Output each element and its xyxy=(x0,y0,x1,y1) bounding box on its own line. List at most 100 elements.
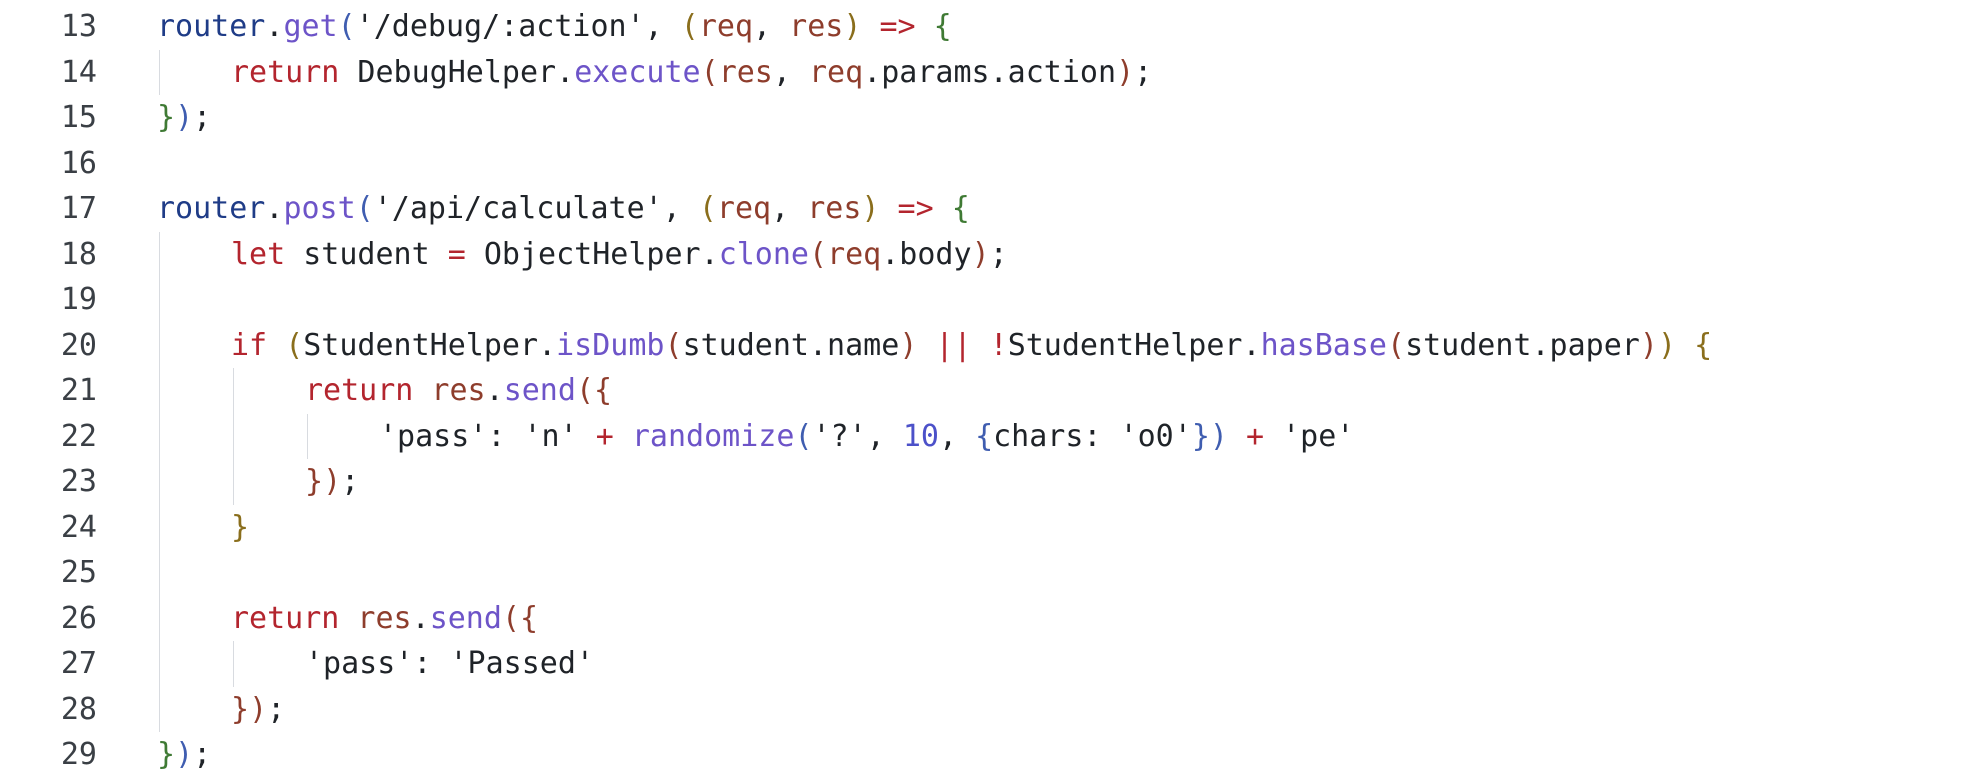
code-token: ! xyxy=(989,327,1008,363)
line-number: 22 xyxy=(60,418,97,454)
code-token: ( xyxy=(664,327,683,363)
code-token: } xyxy=(1191,418,1210,454)
code-token: ) xyxy=(1209,418,1228,454)
code-token: req xyxy=(716,191,772,226)
code-line[interactable]: 19 xyxy=(0,277,1976,323)
code-token: ) xyxy=(1657,327,1676,363)
code-token: , xyxy=(772,54,809,90)
code-token: res xyxy=(718,54,773,90)
code-token: ( xyxy=(698,191,717,226)
line-number: 25 xyxy=(60,555,97,590)
code-line[interactable]: 22 'pass': 'n' + randomize('?', 10, {char… xyxy=(0,414,1976,460)
code-token: router xyxy=(157,9,266,44)
code-token: ) xyxy=(1116,54,1135,90)
code-token: .body xyxy=(881,236,972,272)
code-token: chars: xyxy=(993,418,1120,454)
line-number: 19 xyxy=(60,282,97,317)
code-text: return res.send({ xyxy=(305,368,1976,414)
indent-guide xyxy=(233,368,234,505)
code-token: router xyxy=(157,191,266,226)
code-token: return xyxy=(305,373,414,408)
code-token: get xyxy=(283,9,338,44)
code-line[interactable]: 21 return res.send({ xyxy=(0,368,1976,414)
code-token: ) xyxy=(249,691,268,727)
code-text: router.get('/debug/:action', (req, res) … xyxy=(157,4,1976,50)
line-number: 23 xyxy=(60,464,97,499)
code-line[interactable]: 25 xyxy=(0,550,1976,596)
code-token: ; xyxy=(989,236,1008,272)
code-token: { xyxy=(951,191,970,226)
code-token: , xyxy=(753,9,790,44)
code-token: clone xyxy=(718,236,809,272)
code-token: 'pass' xyxy=(305,646,414,681)
code-line[interactable]: 16 xyxy=(0,141,1976,187)
code-token: ( xyxy=(501,600,520,636)
line-number: 26 xyxy=(60,600,97,636)
code-token: isDumb xyxy=(556,327,665,363)
code-text: return res.send({ xyxy=(231,596,1976,642)
code-token: ObjectHelper xyxy=(465,236,701,272)
code-token: ( xyxy=(809,236,828,272)
code-text: return DebugHelper.execute(res, req.para… xyxy=(231,50,1976,96)
code-line[interactable]: 23}); xyxy=(0,459,1976,505)
code-token: . xyxy=(700,236,719,272)
code-token: { xyxy=(1694,327,1713,363)
code-token: req xyxy=(809,54,864,90)
code-line[interactable]: 27 'pass': 'Passed' xyxy=(0,641,1976,687)
line-number: 28 xyxy=(60,691,97,727)
code-token: => xyxy=(879,9,916,44)
code-line[interactable]: 13 router.get('/debug/:action', (req, res… xyxy=(0,4,1976,50)
code-token: '?' xyxy=(812,418,867,454)
line-number: 14 xyxy=(60,54,97,90)
code-token: post xyxy=(283,191,356,226)
code-line[interactable]: 29}); xyxy=(0,732,1976,776)
code-token: . xyxy=(538,327,557,363)
code-token: => xyxy=(897,191,934,226)
code-line[interactable]: 26 return res.send({ xyxy=(0,596,1976,642)
code-text: }); xyxy=(157,95,1976,141)
code-line[interactable]: 17 router.post('/api/calculate', (req, re… xyxy=(0,186,1976,232)
code-token: ( xyxy=(680,9,699,44)
code-token: ( xyxy=(337,9,356,44)
code-text: }); xyxy=(231,687,1976,733)
code-token: : xyxy=(413,646,450,681)
code-token: } xyxy=(157,100,176,135)
code-token: return xyxy=(231,54,340,90)
code-token: . xyxy=(265,191,284,226)
code-token: ) xyxy=(1639,327,1658,363)
code-text: } xyxy=(231,505,1976,551)
code-token: ( xyxy=(1387,327,1406,363)
code-token: ( xyxy=(285,327,304,363)
code-token: res xyxy=(339,600,412,636)
line-number: 27 xyxy=(60,646,97,681)
code-line[interactable]: 20 if (StudentHelper.isDumb(student.name)… xyxy=(0,323,1976,369)
code-token: ) xyxy=(899,327,918,363)
code-lines: 13 router.get('/debug/:action', (req, res… xyxy=(0,4,1976,776)
code-line[interactable]: 14 return DebugHelper.execute(res, req.pa… xyxy=(0,50,1976,96)
code-token: || xyxy=(935,327,972,363)
code-line[interactable]: 28}); xyxy=(0,687,1976,733)
code-token: ) xyxy=(323,464,342,499)
code-token: '/debug/:action' xyxy=(355,9,645,44)
line-number: 17 xyxy=(60,191,97,226)
code-token: } xyxy=(305,464,324,499)
code-token: { xyxy=(594,373,613,408)
code-token: execute xyxy=(574,54,701,90)
code-editor[interactable]: 13 router.get('/debug/:action', (req, res… xyxy=(0,0,1976,776)
code-token: , xyxy=(938,418,976,454)
line-number: 21 xyxy=(60,373,97,408)
line-number: 20 xyxy=(60,327,97,363)
line-number: 13 xyxy=(60,9,97,44)
code-line[interactable]: 15}); xyxy=(0,95,1976,141)
code-token: . xyxy=(265,9,284,44)
code-line[interactable]: 18 let student = ObjectHelper.clone(req.b… xyxy=(0,232,1976,278)
code-token: 'Passed' xyxy=(449,646,595,681)
code-line[interactable]: 24} xyxy=(0,505,1976,551)
code-token: . xyxy=(411,600,430,636)
